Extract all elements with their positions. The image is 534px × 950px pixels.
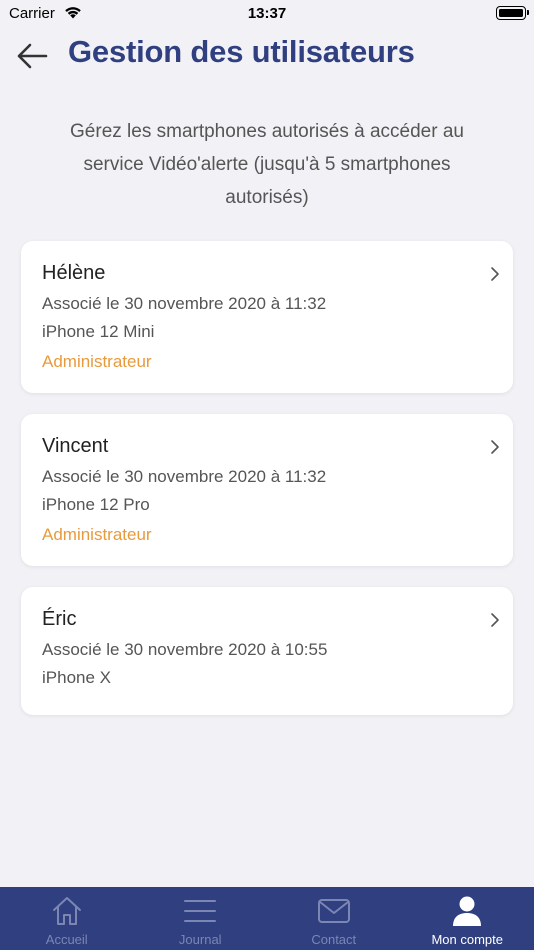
home-icon: [52, 897, 81, 925]
tab-contact[interactable]: Contact: [267, 887, 401, 950]
user-name: Éric: [42, 608, 77, 630]
battery-icon: [496, 6, 529, 20]
page-title: Gestion des utilisateurs: [68, 34, 415, 69]
user-associated-date: Associé le 30 novembre 2020 à 10:55: [42, 640, 328, 659]
tab-mon-compte[interactable]: Mon compte: [401, 887, 534, 950]
user-device: iPhone 12 Pro: [42, 495, 150, 514]
user-device: iPhone X: [42, 668, 111, 687]
chevron-right-icon: [491, 267, 499, 281]
list-icon: [184, 900, 217, 922]
user-card-eric[interactable]: Éric Associé le 30 novembre 2020 à 10:55…: [21, 587, 513, 715]
user-name: Hélène: [42, 262, 106, 284]
tab-label: Journal: [178, 932, 222, 947]
tab-label: Mon compte: [431, 932, 504, 947]
user-role: Administrateur: [42, 525, 152, 544]
status-bar: Carrier 13:37: [0, 0, 534, 28]
status-time: 13:37: [247, 5, 287, 22]
user-device: iPhone 12 Mini: [42, 322, 155, 341]
user-name: Vincent: [42, 435, 109, 457]
arrow-left-icon[interactable]: [14, 40, 52, 72]
chevron-right-icon: [491, 440, 499, 454]
header: Gestion des utilisateurs: [0, 32, 534, 82]
user-icon: [453, 896, 482, 926]
envelope-icon: [317, 899, 350, 923]
tab-label: Accueil: [45, 932, 88, 947]
tab-bar: Accueil Journal Contact Mon compte: [0, 887, 534, 950]
chevron-right-icon: [491, 613, 499, 627]
tab-journal[interactable]: Journal: [134, 887, 268, 950]
tab-label: Contact: [311, 932, 357, 947]
page-description: Gérez les smartphones autorisés à accéde…: [70, 121, 464, 208]
tab-accueil[interactable]: Accueil: [0, 887, 134, 950]
user-card-helene[interactable]: Hélène Associé le 30 novembre 2020 à 11:…: [21, 241, 513, 393]
user-associated-date: Associé le 30 novembre 2020 à 11:32: [42, 294, 327, 313]
user-role: Administrateur: [42, 352, 152, 371]
screen: Carrier 13:37 Gestion des utilisateurs G…: [0, 0, 534, 950]
user-card-vincent[interactable]: Vincent Associé le 30 novembre 2020 à 11…: [21, 414, 513, 566]
user-associated-date: Associé le 30 novembre 2020 à 11:32: [42, 467, 327, 486]
